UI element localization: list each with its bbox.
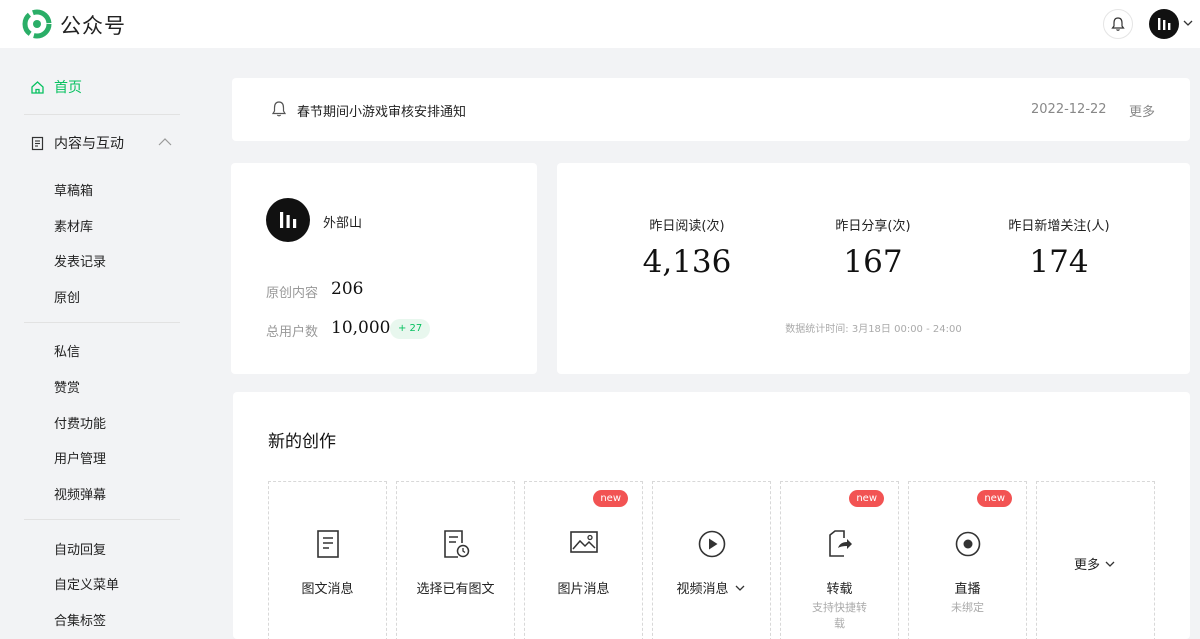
tile-label: 直播 xyxy=(954,582,981,597)
repost-icon xyxy=(828,530,852,557)
chevron-down-icon[interactable] xyxy=(1182,17,1194,29)
avatar-logo-icon xyxy=(280,212,297,228)
live-icon xyxy=(955,531,980,557)
kpi-shares: 昨日分享(次) 167 xyxy=(783,215,963,280)
top-header: 公众号 xyxy=(0,0,1200,48)
kpi-label: 昨日阅读(次) xyxy=(649,219,725,234)
sidebar-item-user-management[interactable]: 用户管理 xyxy=(54,448,106,467)
avatar-logo-icon xyxy=(1158,18,1171,30)
brand-title: 公众号 xyxy=(60,14,126,38)
chevron-down-icon[interactable] xyxy=(733,582,747,594)
sidebar-item-home[interactable]: 首页 xyxy=(30,77,82,97)
sidebar-item-publish-records[interactable]: 发表记录 xyxy=(54,251,106,270)
document-icon xyxy=(31,136,44,150)
more-label-text: 更多 xyxy=(1073,558,1100,573)
sidebar-item-drafts[interactable]: 草稿箱 xyxy=(54,180,93,199)
sidebar-item-original[interactable]: 原创 xyxy=(54,287,80,306)
kpi-label: 昨日分享(次) xyxy=(835,219,911,234)
chevron-down-icon xyxy=(1105,561,1115,567)
user-avatar[interactable] xyxy=(1149,9,1179,39)
sidebar-group-content[interactable]: 内容与互动 xyxy=(30,133,124,153)
divider xyxy=(24,322,180,323)
live-tile[interactable]: new 直播 未绑定 xyxy=(908,481,1027,639)
create-article-tile[interactable]: 图文消息 xyxy=(268,481,387,639)
kpi-new-follows: 昨日新增关注(人) 174 xyxy=(969,215,1149,280)
tile-label: 图文消息 xyxy=(301,582,354,597)
new-badge: new xyxy=(977,490,1012,507)
notice-title-link[interactable]: 春节期间小游戏审核安排通知 xyxy=(297,101,466,120)
kpi-value: 174 xyxy=(1029,244,1089,280)
account-avatar xyxy=(266,198,310,242)
chevron-up-icon[interactable] xyxy=(158,137,172,147)
notice-more-link[interactable]: 更多 xyxy=(1129,101,1155,120)
article-icon xyxy=(316,530,339,558)
sidebar-item-materials[interactable]: 素材库 xyxy=(54,216,93,235)
tile-label-text: 视频消息 xyxy=(676,582,729,597)
image-message-tile[interactable]: new 图片消息 xyxy=(524,481,643,639)
more-tile[interactable]: 更多 xyxy=(1036,481,1155,639)
tile-sub-label: 未绑定 xyxy=(951,601,984,614)
new-creation-panel: 新的创作 图文消息 选择已有图文 new 图片消息 视频消息 new 转载 支持… xyxy=(233,392,1190,639)
bell-icon xyxy=(271,101,287,117)
new-badge: new xyxy=(593,490,628,507)
sidebar-item-rewards[interactable]: 赞赏 xyxy=(54,377,80,396)
kpi-value: 167 xyxy=(843,244,903,280)
bell-icon xyxy=(1111,17,1125,31)
sidebar-item-label: 首页 xyxy=(54,80,82,96)
sidebar-group-label: 内容与互动 xyxy=(54,136,124,152)
stats-card: 昨日阅读(次) 4,136 昨日分享(次) 167 昨日新增关注(人) 174 … xyxy=(557,163,1190,374)
account-card: 外部山 原创内容 206 总用户数 10,000 + 27 xyxy=(231,163,537,374)
tile-sub-label: 支持快捷转载 xyxy=(812,601,867,630)
repost-tile[interactable]: new 转载 支持快捷转载 xyxy=(780,481,899,639)
total-users-value: 10,000 xyxy=(331,318,391,338)
tile-label: 图片消息 xyxy=(557,582,610,597)
video-message-tile[interactable]: 视频消息 xyxy=(652,481,771,639)
tile-label: 转载 xyxy=(826,582,853,597)
section-title: 新的创作 xyxy=(268,432,336,452)
total-users-label: 总用户数 xyxy=(266,325,319,340)
sidebar-item-collection-tags[interactable]: 合集标签 xyxy=(54,610,106,629)
divider xyxy=(24,114,180,115)
tile-label: 视频消息 xyxy=(653,578,770,597)
play-icon xyxy=(698,530,725,558)
sidebar-item-custom-menu[interactable]: 自定义菜单 xyxy=(54,574,119,593)
notice-bar: 春节期间小游戏审核安排通知 2022-12-22 更多 xyxy=(232,78,1190,141)
notice-date: 2022-12-22 xyxy=(1031,102,1107,117)
image-icon xyxy=(569,531,598,553)
notification-button[interactable] xyxy=(1103,9,1133,39)
more-label: 更多 xyxy=(1037,554,1154,573)
sidebar-item-paid-features[interactable]: 付费功能 xyxy=(54,413,106,432)
new-badge: new xyxy=(849,490,884,507)
divider xyxy=(24,519,180,520)
original-content-label: 原创内容 xyxy=(266,286,319,301)
kpi-value: 4,136 xyxy=(642,244,732,280)
kpi-label: 昨日新增关注(人) xyxy=(1008,219,1110,234)
tile-label: 选择已有图文 xyxy=(416,582,495,597)
stats-time-note: 数据统计时间: 3月18日 00:00 - 24:00 xyxy=(785,324,962,335)
sidebar-item-video-danmaku[interactable]: 视频弹幕 xyxy=(54,484,106,503)
original-content-value: 206 xyxy=(331,279,364,299)
select-existing-article-tile[interactable]: 选择已有图文 xyxy=(396,481,515,639)
sidebar-item-messages[interactable]: 私信 xyxy=(54,341,80,360)
home-icon xyxy=(31,80,44,94)
sidebar-item-auto-reply[interactable]: 自动回复 xyxy=(54,539,106,558)
kpi-reads: 昨日阅读(次) 4,136 xyxy=(597,215,777,280)
article-history-icon xyxy=(443,530,469,558)
account-name: 外部山 xyxy=(323,216,363,231)
users-delta-badge: + 27 xyxy=(390,319,431,339)
wechat-logo-icon[interactable] xyxy=(22,9,52,39)
